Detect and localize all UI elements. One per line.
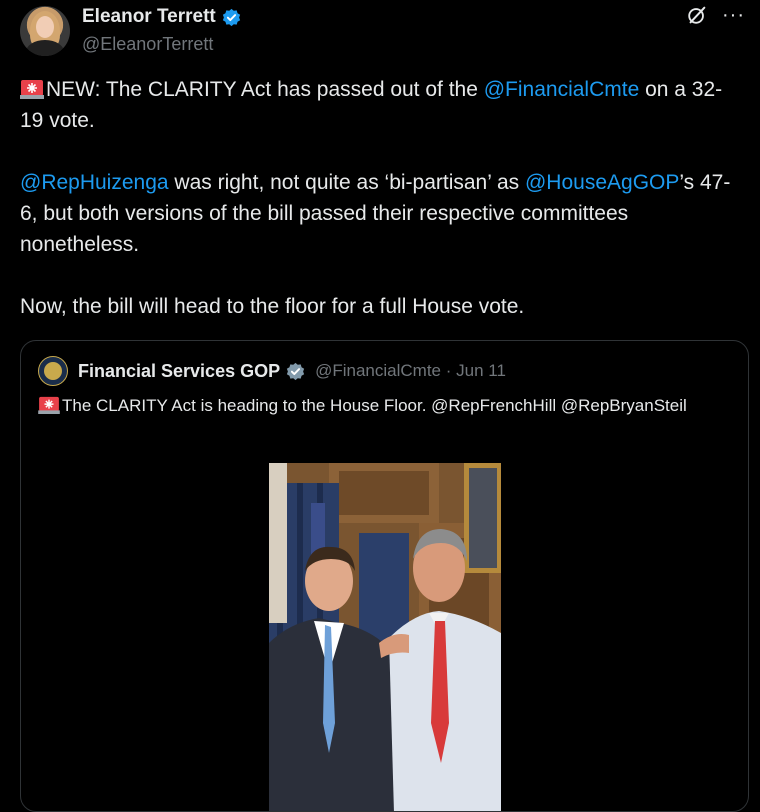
author-name-row: Eleanor Terrett (82, 6, 241, 28)
tweet-paragraph-2: @RepHuizenga was right, not quite as ‘bi… (20, 167, 735, 260)
tweet-text-segment: NEW: The CLARITY Act has passed out of t… (46, 78, 484, 101)
quoted-text-content: The CLARITY Act is heading to the House … (62, 396, 687, 415)
tweet-actions: ··· (686, 4, 745, 26)
author-display-name[interactable]: Eleanor Terrett (82, 6, 216, 28)
siren-emoji-icon (20, 80, 44, 99)
quoted-tweet-photo[interactable] (269, 463, 501, 811)
siren-emoji-icon (38, 396, 60, 414)
more-options-icon[interactable]: ··· (722, 5, 745, 25)
grok-icon[interactable] (686, 4, 708, 26)
tweet-header: Eleanor Terrett @EleanorTerrett ··· (20, 4, 745, 60)
tweet-text-segment: was right, not quite as ‘bi-partisan’ as (168, 171, 525, 194)
quoted-tweet-card[interactable]: Financial Services GOP @FinancialCmte · … (20, 340, 749, 812)
tweet-paragraph-1: NEW: The CLARITY Act has passed out of t… (20, 74, 735, 136)
author-handle[interactable]: @EleanorTerrett (82, 34, 213, 55)
photo-illustration (269, 463, 501, 811)
verified-badge-icon (286, 362, 305, 380)
tweet-paragraph-3: Now, the bill will head to the floor for… (20, 295, 525, 318)
verified-badge-icon (222, 8, 240, 26)
mention-link-financialcmte[interactable]: @FinancialCmte (484, 78, 640, 101)
quoted-author-handle-date: @FinancialCmte · Jun 11 (315, 361, 506, 380)
quoted-tweet-header: Financial Services GOP @FinancialCmte · … (38, 356, 506, 386)
tweet-body: NEW: The CLARITY Act has passed out of t… (20, 74, 735, 353)
author-avatar[interactable] (20, 6, 70, 56)
mention-link-rephuizenga[interactable]: @RepHuizenga (20, 171, 169, 194)
mention-link-houseaggop[interactable]: @HouseAgGOP (525, 171, 679, 194)
quoted-author-name[interactable]: Financial Services GOP (78, 361, 280, 382)
quoted-tweet-text: The CLARITY Act is heading to the House … (38, 393, 728, 418)
quoted-author-avatar[interactable] (38, 356, 68, 386)
